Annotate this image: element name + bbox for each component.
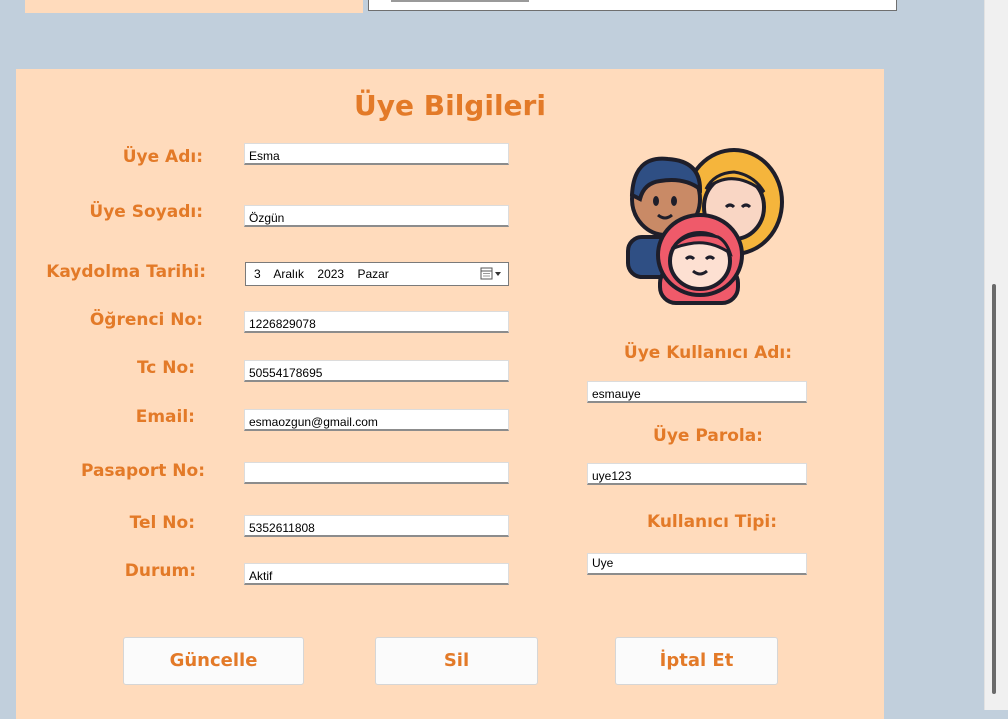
tel-no-input[interactable]: 5352611808 <box>244 515 509 537</box>
kaydolma-tarihi-datepicker[interactable]: 3 Aralık 2023 Pazar <box>245 262 509 286</box>
kullanici-tipi-input[interactable]: Uye <box>587 553 807 575</box>
label-tc-no: Tc No: <box>136 358 195 378</box>
label-durum: Durum: <box>124 561 196 581</box>
label-kullanici-adi: Üye Kullanıcı Adı: <box>623 343 793 363</box>
label-pasaport-no: Pasaport No: <box>80 461 205 481</box>
group-avatars-icon <box>626 148 784 305</box>
pasaport-no-input[interactable] <box>244 462 509 484</box>
email-input[interactable]: esmaozgun@gmail.com <box>244 409 509 431</box>
member-info-panel: Üye Bilgileri Üye Adı: Üye Soyadı: Kaydo… <box>16 69 884 719</box>
label-kaydolma-tarihi: Kaydolma Tarihi: <box>46 262 206 282</box>
label-ogrenci-no: Öğrenci No: <box>89 310 203 330</box>
parola-input[interactable]: uye123 <box>587 463 807 485</box>
upper-list-scrollbar[interactable] <box>391 0 529 2</box>
date-year: 2023 <box>317 267 345 281</box>
uye-adi-input[interactable]: Esma <box>244 143 509 165</box>
date-month: Aralık <box>273 267 305 281</box>
upper-panel-edge <box>25 0 363 13</box>
kullanici-adi-input[interactable]: esmauye <box>587 381 807 403</box>
label-parola: Üye Parola: <box>653 426 763 446</box>
label-uye-soyadi: Üye Soyadı: <box>89 202 203 222</box>
iptal-button[interactable]: İptal Et <box>615 637 778 685</box>
page-title: Üye Bilgileri <box>354 89 546 122</box>
label-email: Email: <box>135 407 195 427</box>
ogrenci-no-input[interactable]: 1226829078 <box>244 311 509 333</box>
label-uye-adi: Üye Adı: <box>122 147 203 167</box>
upper-list-box[interactable] <box>368 0 897 11</box>
tc-no-input[interactable]: 50554178695 <box>244 360 509 382</box>
date-day: 3 <box>254 267 261 281</box>
durum-input[interactable]: Aktif <box>244 563 509 585</box>
date-weekday: Pazar <box>357 267 389 281</box>
vertical-scrollbar[interactable] <box>984 0 1008 710</box>
guncelle-button[interactable]: Güncelle <box>123 637 304 685</box>
label-kullanici-tipi: Kullanıcı Tipi: <box>646 512 778 532</box>
sil-button[interactable]: Sil <box>375 637 538 685</box>
calendar-dropdown-icon[interactable] <box>480 267 504 281</box>
label-tel-no: Tel No: <box>129 513 195 533</box>
uye-soyadi-input[interactable]: Özgün <box>244 205 509 227</box>
scrollbar-thumb[interactable] <box>992 284 996 694</box>
